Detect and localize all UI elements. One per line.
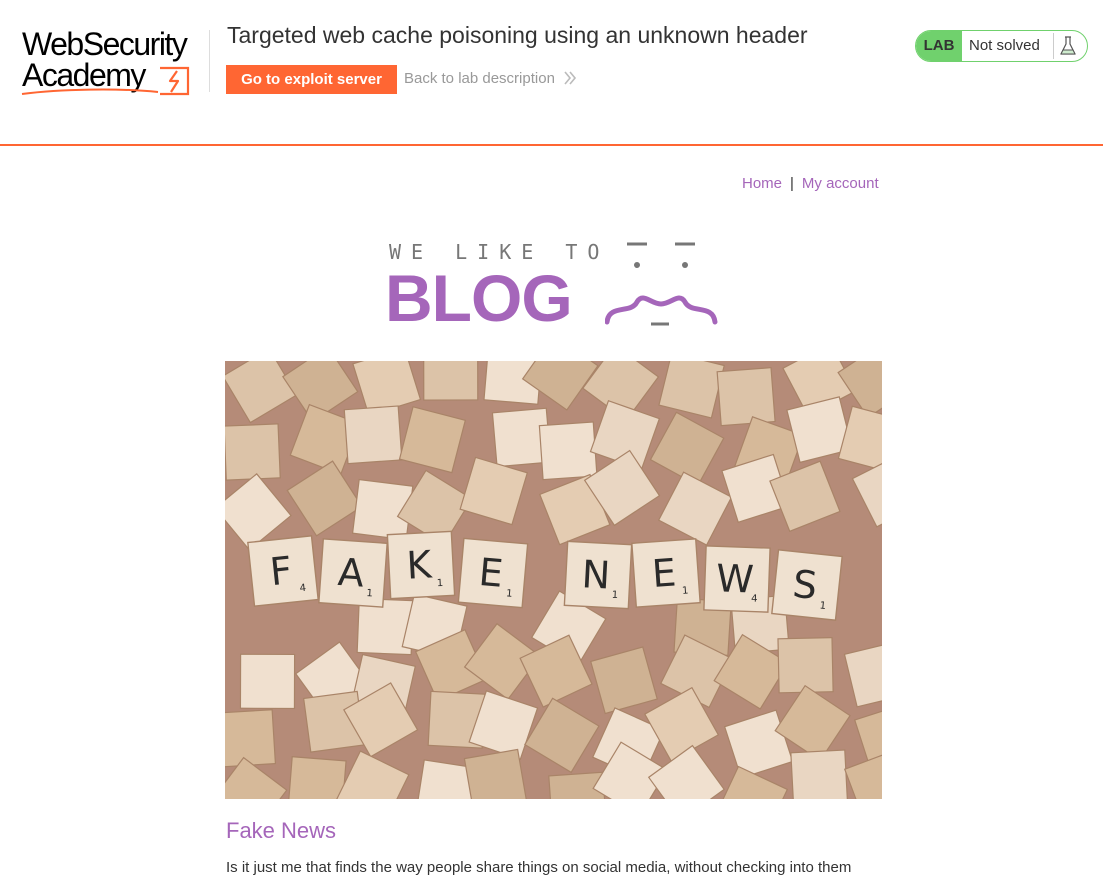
nav-my-account-link[interactable]: My account — [802, 175, 879, 192]
double-chevron-right-icon[interactable] — [563, 68, 577, 88]
word-tile-score: 1 — [366, 588, 373, 599]
lab-status-text: Not solved — [969, 37, 1040, 54]
nav-home-link[interactable]: Home — [742, 175, 782, 192]
word-tile: E1 — [457, 537, 529, 609]
word-tile-letter: E — [650, 550, 677, 596]
blog-logo-face-icon — [605, 242, 718, 326]
post-title-link[interactable]: Fake News — [226, 818, 336, 844]
word-tile-score: 1 — [611, 590, 618, 601]
blog-logo: WE LIKE TO BLOG — [385, 238, 720, 334]
word-tile-letter: N — [581, 552, 612, 597]
post-image[interactable]: F4A1K1E1N1E1W4S1 — [225, 361, 882, 799]
word-tile: F4 — [247, 535, 319, 607]
back-to-lab-description-link[interactable]: Back to lab description — [404, 70, 555, 87]
status-divider — [1053, 33, 1054, 59]
post-summary: Is it just me that finds the way people … — [226, 859, 852, 876]
lab-title: Targeted web cache poisoning using an un… — [227, 22, 808, 48]
word-tile-letter: S — [791, 562, 820, 608]
word-tile: K1 — [386, 530, 456, 600]
web-security-academy-logo[interactable]: WebSecurity Academy — [20, 28, 212, 100]
word-tile-score: 4 — [299, 583, 306, 595]
word-tile-letter: W — [715, 556, 754, 601]
blog-nav: Home | My account — [742, 175, 879, 192]
lab-status-label: LAB — [916, 31, 962, 61]
header-divider — [209, 30, 210, 92]
word-tile-letter: E — [477, 550, 505, 596]
logo-line-1: WebSecurity — [22, 26, 188, 62]
word-tile: E1 — [631, 538, 701, 608]
word-tile-score: 1 — [506, 588, 513, 600]
word-tile-score: 1 — [437, 578, 444, 589]
word-tile: A1 — [318, 538, 388, 608]
word-tile-score: 1 — [682, 585, 689, 596]
nav-separator: | — [790, 175, 794, 192]
exploit-server-button[interactable]: Go to exploit server — [226, 65, 397, 94]
scrabble-tiles-image: F 4 A 1K 1 E 1 N 1 E 1 W4 S 1 — [225, 361, 882, 799]
word-tile: W4 — [703, 545, 771, 613]
word-tile-score: 4 — [751, 594, 758, 605]
lab-status-widget: LAB Not solved — [915, 30, 1088, 62]
word-tile-letter: K — [405, 542, 433, 587]
flask-icon — [1060, 36, 1076, 55]
blog-logo-word: BLOG — [385, 261, 573, 335]
word-tile-score: 1 — [819, 600, 826, 612]
academy-header: WebSecurity Academy Targeted web cache p… — [0, 0, 1103, 146]
word-tile: N1 — [563, 540, 633, 610]
word-tile-letter: A — [337, 550, 366, 596]
academy-logo-bolt-icon — [21, 66, 190, 96]
word-tile-letter: F — [268, 548, 294, 594]
word-tile: S1 — [771, 549, 843, 621]
